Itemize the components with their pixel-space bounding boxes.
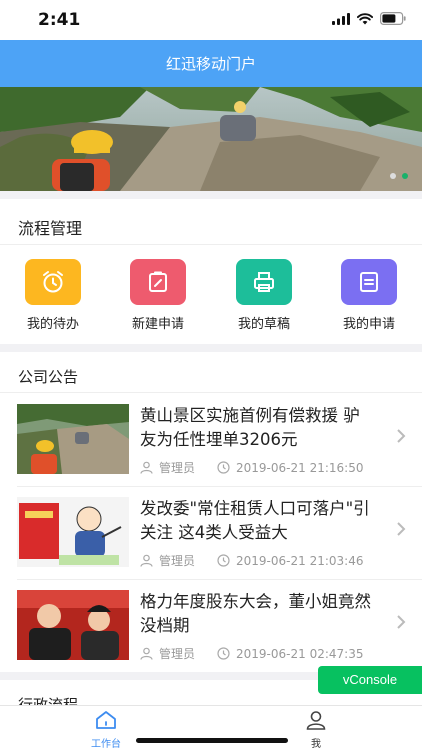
user-icon <box>140 647 153 660</box>
banner-carousel[interactable] <box>0 87 422 191</box>
user-icon <box>140 461 153 474</box>
notice-time: 2019-06-21 21:03:46 <box>236 553 364 568</box>
notice-thumbnail <box>17 404 129 474</box>
user-icon <box>140 554 153 567</box>
notice-item[interactable]: 黄山景区实施首例有偿救援 驴友为任性埋单3206元 管理员 2019-06-21… <box>0 394 422 486</box>
tab-me[interactable]: 我 <box>286 710 346 750</box>
notice-meta: 管理员 2019-06-21 21:03:46 <box>140 552 363 569</box>
tab-bar: 工作台 我 <box>0 705 422 751</box>
new-application-button[interactable]: 新建申请 <box>113 259 203 332</box>
tab-workbench[interactable]: 工作台 <box>76 710 136 750</box>
my-applications-label: 我的申请 <box>342 317 395 332</box>
carousel-dot[interactable] <box>390 173 396 179</box>
home-icon <box>96 711 116 729</box>
my-applications-button[interactable]: 我的申请 <box>324 259 414 332</box>
status-time: 2:41 <box>38 10 81 30</box>
tab-workbench-label: 工作台 <box>91 739 121 750</box>
wifi-icon <box>357 12 373 24</box>
notice-time: 2019-06-21 21:16:50 <box>236 460 364 475</box>
divider <box>0 244 422 245</box>
status-icons <box>332 12 406 25</box>
notices-section-title: 公司公告 <box>18 368 79 386</box>
vconsole-button[interactable]: vConsole <box>318 666 422 694</box>
alarm-clock-icon <box>25 259 81 305</box>
banner-image <box>0 87 422 191</box>
notice-item[interactable]: 格力年度股东大会，董小姐竟然没档期 管理员 2019-06-21 02:47:3… <box>0 580 422 672</box>
clock-icon <box>217 461 230 474</box>
status-bar: 2:41 <box>0 0 422 40</box>
chevron-right-icon <box>397 429 406 443</box>
edit-clipboard-icon <box>130 259 186 305</box>
my-drafts-button[interactable]: 我的草稿 <box>219 259 309 332</box>
signal-icon <box>332 12 350 25</box>
notice-title: 格力年度股东大会，董小姐竟然没档期 <box>140 592 371 635</box>
carousel-dots <box>390 173 408 179</box>
process-card: 流程管理 我的待办 新建申请 我的草稿 我的申请 <box>0 199 422 344</box>
clock-icon <box>217 647 230 660</box>
notice-title: 发改委"常住租赁人口可落户"引关注 这4类人受益大 <box>140 499 370 542</box>
page-title: 红迅移动门户 <box>165 55 256 73</box>
notice-thumbnail <box>17 590 129 660</box>
battery-icon <box>380 12 406 25</box>
my-todo-button[interactable]: 我的待办 <box>8 259 98 332</box>
notice-author: 管理员 <box>159 647 196 661</box>
new-application-label: 新建申请 <box>131 317 184 332</box>
my-todo-label: 我的待办 <box>26 317 79 332</box>
user-profile-icon <box>306 711 326 730</box>
notice-title: 黄山景区实施首例有偿救援 驴友为任性埋单3206元 <box>140 406 360 449</box>
chevron-right-icon <box>397 522 406 536</box>
app-header: 红迅移动门户 <box>0 40 422 87</box>
my-drafts-label: 我的草稿 <box>237 317 290 332</box>
notice-meta: 管理员 2019-06-21 21:16:50 <box>140 459 363 476</box>
notices-card: 公司公告 黄山景区实施首例有偿救援 驴友为任性埋单3206元 管理员 2019-… <box>0 352 422 672</box>
carousel-dot-active[interactable] <box>402 173 408 179</box>
process-section-title: 流程管理 <box>18 219 83 238</box>
notice-author: 管理员 <box>159 554 196 568</box>
divider <box>0 392 422 393</box>
notice-meta: 管理员 2019-06-21 02:47:35 <box>140 645 363 662</box>
home-indicator <box>136 738 288 743</box>
notice-item[interactable]: 发改委"常住租赁人口可落户"引关注 这4类人受益大 管理员 2019-06-21… <box>0 487 422 579</box>
printer-icon <box>236 259 292 305</box>
notice-time: 2019-06-21 02:47:35 <box>236 646 364 661</box>
clock-icon <box>217 554 230 567</box>
tab-me-label: 我 <box>311 739 321 750</box>
document-icon <box>341 259 397 305</box>
notice-author: 管理员 <box>159 461 196 475</box>
notice-thumbnail <box>17 497 129 567</box>
chevron-right-icon <box>397 615 406 629</box>
